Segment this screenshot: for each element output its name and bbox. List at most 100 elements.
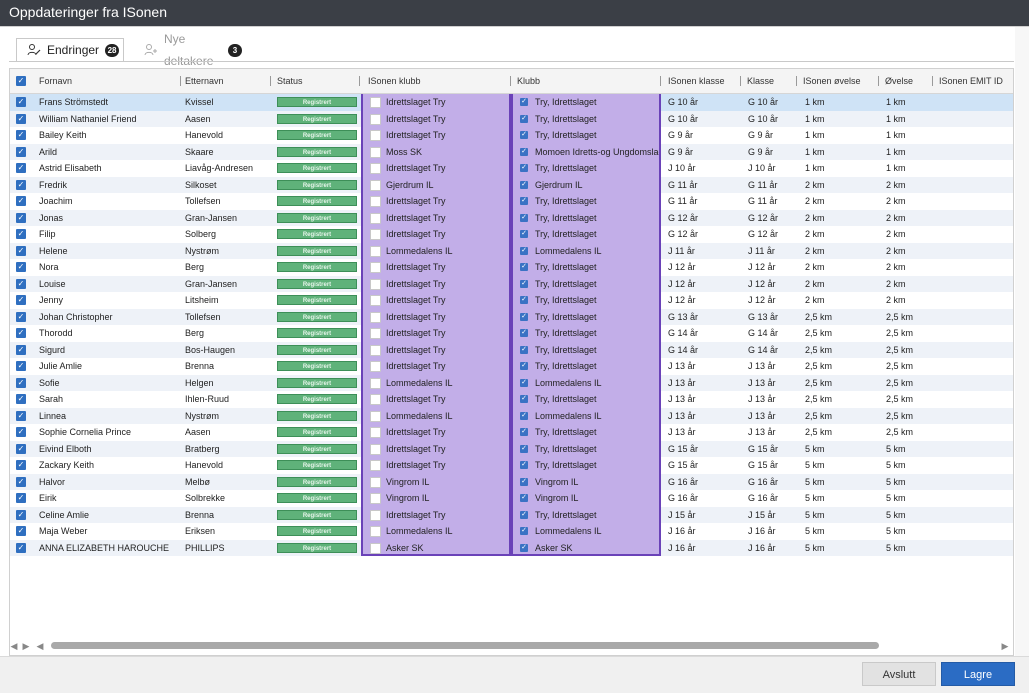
isonen-klubb-cell[interactable]: Moss SK <box>361 143 511 160</box>
row-checkbox[interactable]: ✓ <box>16 196 26 206</box>
klubb-checkbox[interactable]: ✓ <box>520 180 528 189</box>
col-separator[interactable] <box>796 76 797 86</box>
klubb-cell[interactable]: ✓ Try, Idrettslaget <box>511 308 661 325</box>
klubb-checkbox[interactable]: ✓ <box>520 345 528 354</box>
table-row[interactable]: ✓ Helene Nystrøm Registrert Lommedalens IL ✓ L… <box>10 242 1013 259</box>
klubb-checkbox[interactable]: ✓ <box>520 362 528 370</box>
col-header-isonen-klasse[interactable]: ISonen klasse <box>668 69 725 93</box>
klubb-cell[interactable]: ✓ Try, Idrettslaget <box>511 440 661 457</box>
isonen-klubb-checkbox[interactable] <box>370 344 381 356</box>
isonen-klubb-cell[interactable]: Idrettslaget Try <box>361 226 511 243</box>
isonen-klubb-cell[interactable]: Vingrom IL <box>361 490 511 507</box>
klubb-checkbox[interactable]: ✓ <box>520 279 528 288</box>
isonen-klubb-checkbox[interactable] <box>370 493 381 504</box>
isonen-klubb-checkbox[interactable] <box>370 179 381 191</box>
klubb-cell[interactable]: ✓ Try, Idrettslaget <box>511 94 661 111</box>
klubb-cell[interactable]: ✓ Vingrom IL <box>511 490 661 507</box>
table-row[interactable]: ✓ Sophie Cornelia Prince Aasen Registrert Id… <box>10 424 1013 441</box>
col-separator[interactable] <box>932 76 933 86</box>
klubb-checkbox[interactable]: ✓ <box>520 263 528 271</box>
row-checkbox[interactable]: ✓ <box>16 493 26 503</box>
isonen-klubb-cell[interactable]: Idrettslaget Try <box>361 275 511 292</box>
isonen-klubb-checkbox[interactable] <box>370 443 381 455</box>
isonen-klubb-cell[interactable]: Idrettslaget Try <box>361 457 511 474</box>
klubb-checkbox[interactable]: ✓ <box>520 147 528 156</box>
horizontal-scrollbar[interactable]: ◀ ▶ ◀ ▶ <box>9 638 1014 654</box>
klubb-cell[interactable]: ✓ Try, Idrettslaget <box>511 193 661 210</box>
isonen-klubb-checkbox[interactable] <box>370 542 381 554</box>
col-header-klubb[interactable]: Klubb <box>517 69 540 93</box>
klubb-cell[interactable]: ✓ Try, Idrettslaget <box>511 110 661 127</box>
col-separator[interactable] <box>740 76 741 86</box>
isonen-klubb-cell[interactable]: Idrettslaget Try <box>361 506 511 523</box>
col-header-isonen-klubb[interactable]: ISonen klubb <box>368 69 421 93</box>
isonen-klubb-cell[interactable]: Lommedalens IL <box>361 523 511 540</box>
klubb-cell[interactable]: ✓ Momoen Idretts-og Ungdomslag <box>511 143 661 160</box>
klubb-checkbox[interactable]: ✓ <box>520 543 528 552</box>
table-row[interactable]: ✓ Eivind Elboth Bratberg Registrert Idrettsl… <box>10 440 1013 457</box>
isonen-klubb-cell[interactable]: Idrettslaget Try <box>361 424 511 441</box>
table-row[interactable]: ✓ Eirik Solbrekke Registrert Vingrom IL ✓ Ving… <box>10 490 1013 507</box>
klubb-cell[interactable]: ✓ Lommedalens IL <box>511 523 661 540</box>
row-checkbox[interactable]: ✓ <box>16 361 26 371</box>
row-checkbox[interactable]: ✓ <box>16 328 26 338</box>
klubb-cell[interactable]: ✓ Try, Idrettslaget <box>511 457 661 474</box>
klubb-cell[interactable]: ✓ Lommedalens IL <box>511 407 661 424</box>
table-row[interactable]: ✓ William Nathaniel Friend Aasen Registrert… <box>10 110 1013 127</box>
isonen-klubb-checkbox[interactable] <box>370 460 381 471</box>
isonen-klubb-checkbox[interactable] <box>370 229 381 240</box>
isonen-klubb-checkbox[interactable] <box>370 410 381 422</box>
cancel-button[interactable]: Avslutt <box>862 662 936 686</box>
table-row[interactable]: ✓ Frans Strömstedt Kvissel Registrert Idrett… <box>10 94 1013 111</box>
col-header-etternavn[interactable]: Etternavn <box>185 69 224 93</box>
table-row[interactable]: ✓ Julie Amlie Brenna Registrert Idrettslaget… <box>10 358 1013 375</box>
table-row[interactable]: ✓ Thorodd Berg Registrert Idrettslaget Try ✓ T… <box>10 325 1013 342</box>
klubb-checkbox[interactable]: ✓ <box>520 164 528 172</box>
row-checkbox[interactable]: ✓ <box>16 179 26 190</box>
isonen-klubb-checkbox[interactable] <box>370 196 381 207</box>
klubb-checkbox[interactable]: ✓ <box>520 296 528 304</box>
scroll-first-icon[interactable]: ◀ <box>9 638 19 654</box>
isonen-klubb-cell[interactable]: Idrettslaget Try <box>361 209 511 226</box>
table-row[interactable]: ✓ Arild Skaare Registrert Moss SK ✓ Momoen Idr… <box>10 143 1013 160</box>
table-row[interactable]: ✓ Sigurd Bos-Haugen Registrert Idrettslaget … <box>10 341 1013 358</box>
isonen-klubb-checkbox[interactable] <box>370 262 381 273</box>
isonen-klubb-checkbox[interactable] <box>370 295 381 306</box>
klubb-checkbox[interactable]: ✓ <box>520 246 528 255</box>
isonen-klubb-cell[interactable]: Idrettslaget Try <box>361 358 511 375</box>
row-checkbox[interactable]: ✓ <box>16 460 26 470</box>
scroll-next-icon[interactable]: ▶ <box>21 638 31 654</box>
isonen-klubb-cell[interactable]: Lommedalens IL <box>361 374 511 391</box>
table-row[interactable]: ✓ Jenny Litsheim Registrert Idrettslaget Try… <box>10 292 1013 309</box>
isonen-klubb-checkbox[interactable] <box>370 361 381 372</box>
col-header-ovelse[interactable]: Øvelse <box>885 69 913 93</box>
isonen-klubb-cell[interactable]: Gjerdrum IL <box>361 176 511 193</box>
klubb-cell[interactable]: ✓ Gjerdrum IL <box>511 176 661 193</box>
row-checkbox[interactable]: ✓ <box>16 163 26 173</box>
klubb-checkbox[interactable]: ✓ <box>520 428 528 436</box>
col-separator[interactable] <box>270 76 271 86</box>
table-row[interactable]: ✓ ANNA ELIZABETH HAROUCHE PHILLIPS Registre… <box>10 539 1013 556</box>
isonen-klubb-checkbox[interactable] <box>370 97 381 108</box>
klubb-checkbox[interactable]: ✓ <box>520 230 528 238</box>
klubb-cell[interactable]: ✓ Try, Idrettslaget <box>511 506 661 523</box>
klubb-checkbox[interactable]: ✓ <box>520 395 528 403</box>
table-row[interactable]: ✓ Halvor Melbø Registrert Vingrom IL ✓ Vingrom… <box>10 473 1013 490</box>
isonen-klubb-checkbox[interactable] <box>370 526 381 537</box>
klubb-cell[interactable]: ✓ Try, Idrettslaget <box>511 292 661 309</box>
isonen-klubb-checkbox[interactable] <box>370 163 381 174</box>
scroll-right-icon[interactable]: ▶ <box>1000 638 1010 654</box>
row-checkbox[interactable]: ✓ <box>16 113 26 124</box>
klubb-cell[interactable]: ✓ Asker SK <box>511 539 661 556</box>
klubb-cell[interactable]: ✓ Try, Idrettslaget <box>511 358 661 375</box>
row-checkbox[interactable]: ✓ <box>16 245 26 256</box>
table-row[interactable]: ✓ Joachim Tollefsen Registrert Idrettslaget … <box>10 193 1013 210</box>
klubb-cell[interactable]: ✓ Try, Idrettslaget <box>511 226 661 243</box>
table-row[interactable]: ✓ Maja Weber Eriksen Registrert Lommedalens … <box>10 523 1013 540</box>
klubb-checkbox[interactable]: ✓ <box>520 494 528 502</box>
klubb-checkbox[interactable]: ✓ <box>520 329 528 337</box>
table-row[interactable]: ✓ Filip Solberg Registrert Idrettslaget Try ✓… <box>10 226 1013 243</box>
isonen-klubb-cell[interactable]: Idrettslaget Try <box>361 391 511 408</box>
isonen-klubb-cell[interactable]: Idrettslaget Try <box>361 193 511 210</box>
isonen-klubb-cell[interactable]: Asker SK <box>361 539 511 556</box>
